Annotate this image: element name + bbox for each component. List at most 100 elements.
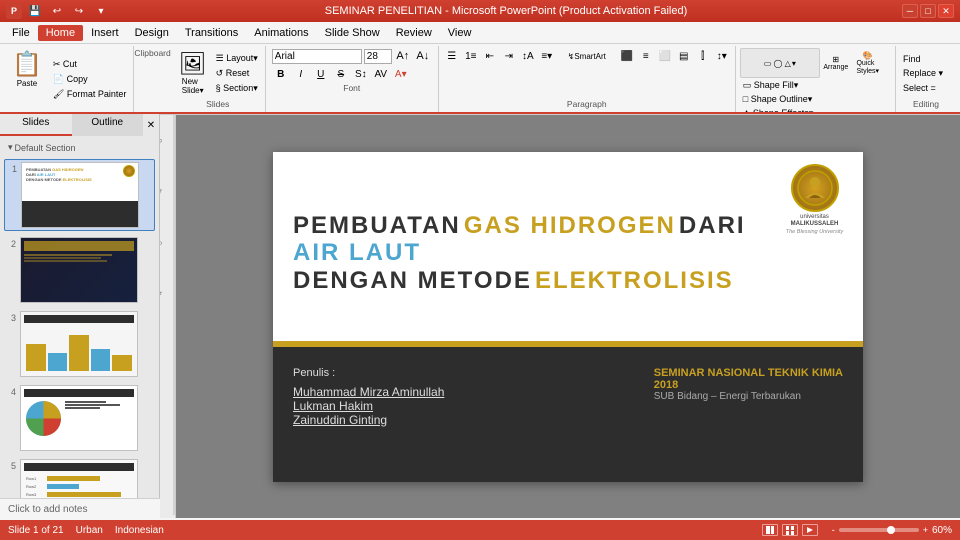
slide-count: Slide 1 of 21 [8, 525, 64, 536]
convert-smartart-btn[interactable]: ↯SmartArt [557, 48, 617, 64]
char-spacing-btn[interactable]: AV [372, 66, 390, 82]
slide-canvas[interactable]: universitas MALIKUSSALEH The Blessing Un… [176, 115, 960, 518]
shape-outline-btn[interactable]: □ Shape Outline▾ [740, 93, 816, 106]
quick-more-btn[interactable]: ▾ [92, 3, 110, 19]
clipboard-label: Clipboard [134, 46, 170, 112]
slide-thumb-2[interactable]: 2 [4, 235, 155, 305]
language-indicator[interactable]: Indonesian [115, 525, 164, 536]
new-slide-button[interactable]: 🖼 NewSlide▾ [175, 49, 211, 97]
replace-button[interactable]: Replace ▾ [900, 67, 952, 80]
panel-tabs: Slides Outline ✕ [0, 114, 159, 136]
font-name-input[interactable] [272, 49, 362, 64]
format-painter-button[interactable]: 🖌 Format Painter [50, 88, 129, 101]
bullets-btn[interactable]: ☰ [443, 48, 461, 64]
slide-heading: PEMBUATAN GAS HIDROGEN DARI AIR LAUT DEN… [293, 182, 773, 295]
shapes-gallery[interactable]: ▭ ◯ △▾ [740, 48, 820, 78]
font-decrease-btn[interactable]: A↓ [414, 48, 432, 64]
menu-review[interactable]: Review [388, 25, 440, 41]
slide-sorter-btn[interactable] [782, 524, 798, 536]
layout-button[interactable]: ☰ Layout▾ [213, 52, 261, 65]
reading-view-btn[interactable] [802, 524, 818, 536]
copy-button[interactable]: 📄 Copy [50, 73, 129, 86]
columns-btn[interactable]: ⫿ [694, 48, 712, 64]
zoom-out-btn[interactable]: - [832, 525, 835, 535]
shape-effects-btn[interactable]: ✦ Shape Effects▾ [740, 107, 816, 114]
status-bar: Slide 1 of 21 Urban Indonesian - + 60% [0, 520, 960, 540]
font-color-btn[interactable]: A▾ [392, 66, 410, 82]
menu-slideshow[interactable]: Slide Show [317, 25, 388, 41]
zoom-in-btn[interactable]: + [923, 525, 928, 535]
slide-thumb-5[interactable]: 5 Row1 Row2 Row3 [4, 457, 155, 498]
arrange-icon: ⊞ [832, 55, 839, 64]
cut-button[interactable]: ✂ Cut [50, 58, 129, 71]
font-label: Font [272, 82, 432, 94]
canvas-body: -8 -4 0 4 [160, 115, 960, 518]
justify-btn[interactable]: ▤ [675, 48, 693, 64]
strikethrough-button[interactable]: S [332, 66, 350, 82]
menu-design[interactable]: Design [127, 25, 177, 41]
slide-thumb-4[interactable]: 4 [4, 383, 155, 453]
align-right-btn[interactable]: ⬜ [656, 48, 674, 64]
ruler-v-svg: -8 -4 0 4 [160, 115, 176, 515]
paste-button[interactable]: 📋 Paste [8, 48, 46, 90]
slide-thumb-1[interactable]: 1 PEMBUATAN GAS HIDROGEN DARI AIR LAUT D… [4, 159, 155, 231]
slide-preview-4 [20, 385, 138, 451]
menu-insert[interactable]: Insert [83, 25, 127, 41]
underline-button[interactable]: U [312, 66, 330, 82]
menu-transitions[interactable]: Transitions [177, 25, 246, 41]
decrease-indent-btn[interactable]: ⇤ [481, 48, 499, 64]
panel-close-btn[interactable]: ✕ [143, 114, 159, 136]
normal-view-btn[interactable] [762, 524, 778, 536]
menu-animations[interactable]: Animations [246, 25, 316, 41]
slide-preview-2 [20, 237, 138, 303]
line-spacing-btn[interactable]: ↕▾ [713, 48, 731, 64]
slides-list: ▾ Default Section 1 PEMBUATAN GAS HIDROG… [0, 136, 159, 498]
clipboard-group: 📋 Paste ✂ Cut 📄 Copy 🖌 Format Painter [4, 46, 134, 112]
increase-indent-btn[interactable]: ⇥ [500, 48, 518, 64]
font-size-input[interactable] [364, 49, 392, 64]
heading-elektrolisis: ELEKTROLISIS [535, 267, 734, 294]
default-section-label: ▾ Default Section [4, 140, 155, 155]
select-button[interactable]: Select = [900, 82, 952, 94]
minimize-button[interactable]: ─ [902, 4, 918, 18]
heading-dengan-metode: DENGAN METODE [293, 267, 532, 294]
reset-button[interactable]: ↺ Reset [213, 67, 261, 80]
slide-main: universitas MALIKUSSALEH The Blessing Un… [273, 152, 863, 482]
logo-circle [791, 164, 839, 212]
section-collapse-icon[interactable]: ▾ [8, 142, 13, 153]
theme-name[interactable]: Urban [76, 525, 103, 536]
tab-slides[interactable]: Slides [0, 114, 72, 136]
zoom-level[interactable]: 60% [932, 525, 952, 536]
quick-styles-btn[interactable]: 🎨 QuickStyles▾ [852, 49, 884, 77]
find-button[interactable]: Find [900, 53, 952, 65]
logo-svg [797, 170, 833, 206]
svg-text:0: 0 [160, 241, 164, 245]
section-button[interactable]: § Section▾ [213, 82, 261, 95]
align-center-btn[interactable]: ≡ [637, 48, 655, 64]
menu-home[interactable]: Home [38, 25, 83, 41]
shape-fill-btn[interactable]: ▭ Shape Fill▾ [740, 79, 816, 92]
heading-gas-hidrogen: GAS HIDROGEN [464, 212, 676, 239]
quick-redo-btn[interactable]: ↪ [70, 3, 88, 19]
align-text-btn[interactable]: ≡▾ [538, 48, 556, 64]
maximize-button[interactable]: □ [920, 4, 936, 18]
numbering-btn[interactable]: 1≡ [462, 48, 480, 64]
quick-save-btn[interactable]: 💾 [26, 3, 44, 19]
tab-outline[interactable]: Outline [72, 114, 144, 136]
close-button[interactable]: ✕ [938, 4, 954, 18]
zoom-slider[interactable] [839, 528, 919, 532]
text-direction-btn[interactable]: ↕A [519, 48, 537, 64]
shadow-button[interactable]: S↕ [352, 66, 370, 82]
quick-undo-btn[interactable]: ↩ [48, 3, 66, 19]
slide-thumb-3[interactable]: 3 [4, 309, 155, 379]
menu-view[interactable]: View [440, 25, 480, 41]
seminar-sub: SUB Bidang – Energi Terbarukan [654, 391, 843, 402]
italic-button[interactable]: I [292, 66, 310, 82]
slide-panel: Slides Outline ✕ ▾ Default Section 1 PEM… [0, 114, 160, 498]
align-left-btn[interactable]: ⬛ [618, 48, 636, 64]
arrange-btn[interactable]: ⊞ Arrange [821, 49, 851, 77]
font-increase-btn[interactable]: A↑ [394, 48, 412, 64]
bold-button[interactable]: B [272, 66, 290, 82]
new-slide-icon: 🖼 [179, 51, 207, 77]
menu-file[interactable]: File [4, 25, 38, 41]
